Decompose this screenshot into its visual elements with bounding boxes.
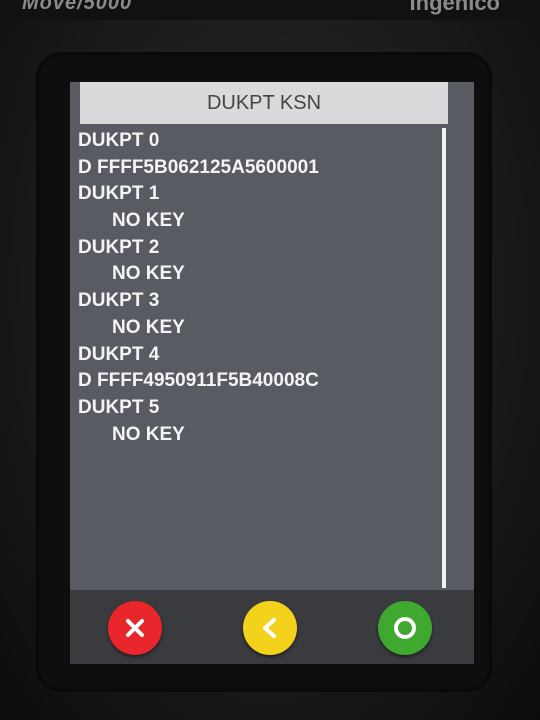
list-item[interactable]: DUKPT 4 [78, 342, 438, 369]
model-label: Move/5000 [22, 0, 133, 14]
list-item[interactable]: NO KEY [78, 261, 438, 288]
list-item[interactable]: DUKPT 0 [78, 128, 438, 155]
cancel-button[interactable] [108, 601, 162, 655]
list-item[interactable]: D FFFF4950911F5B40008C [78, 368, 438, 395]
dukpt-list[interactable]: DUKPT 0 D FFFF5B062125A5600001 DUKPT 1 N… [78, 128, 438, 448]
page-title: DUKPT KSN [206, 91, 322, 114]
list-item[interactable]: NO KEY [78, 422, 438, 449]
circle-ok-icon [394, 617, 416, 639]
close-icon [126, 619, 144, 637]
ok-button[interactable] [378, 601, 432, 655]
list-item[interactable]: DUKPT 3 [78, 288, 438, 315]
brand-label: Ingenico [409, 0, 500, 15]
list-item[interactable]: D FFFF5B062125A5600001 [78, 155, 438, 182]
back-button[interactable] [243, 601, 297, 655]
chevron-left-icon [263, 618, 276, 638]
title-bar: DUKPT KSN [80, 82, 448, 124]
payment-terminal: Move/5000 Ingenico DUKPT KSN DUKPT 0 D F… [0, 0, 540, 720]
terminal-top-edge: Move/5000 Ingenico [0, 0, 540, 20]
list-item[interactable]: DUKPT 5 [78, 395, 438, 422]
list-item[interactable]: DUKPT 2 [78, 235, 438, 262]
list-item[interactable]: NO KEY [78, 208, 438, 235]
scrollbar[interactable] [442, 128, 446, 588]
list-item[interactable]: NO KEY [78, 315, 438, 342]
terminal-screen: DUKPT KSN DUKPT 0 D FFFF5B062125A5600001… [70, 82, 474, 664]
soft-key-bar [70, 590, 474, 664]
list-item[interactable]: DUKPT 1 [78, 181, 438, 208]
